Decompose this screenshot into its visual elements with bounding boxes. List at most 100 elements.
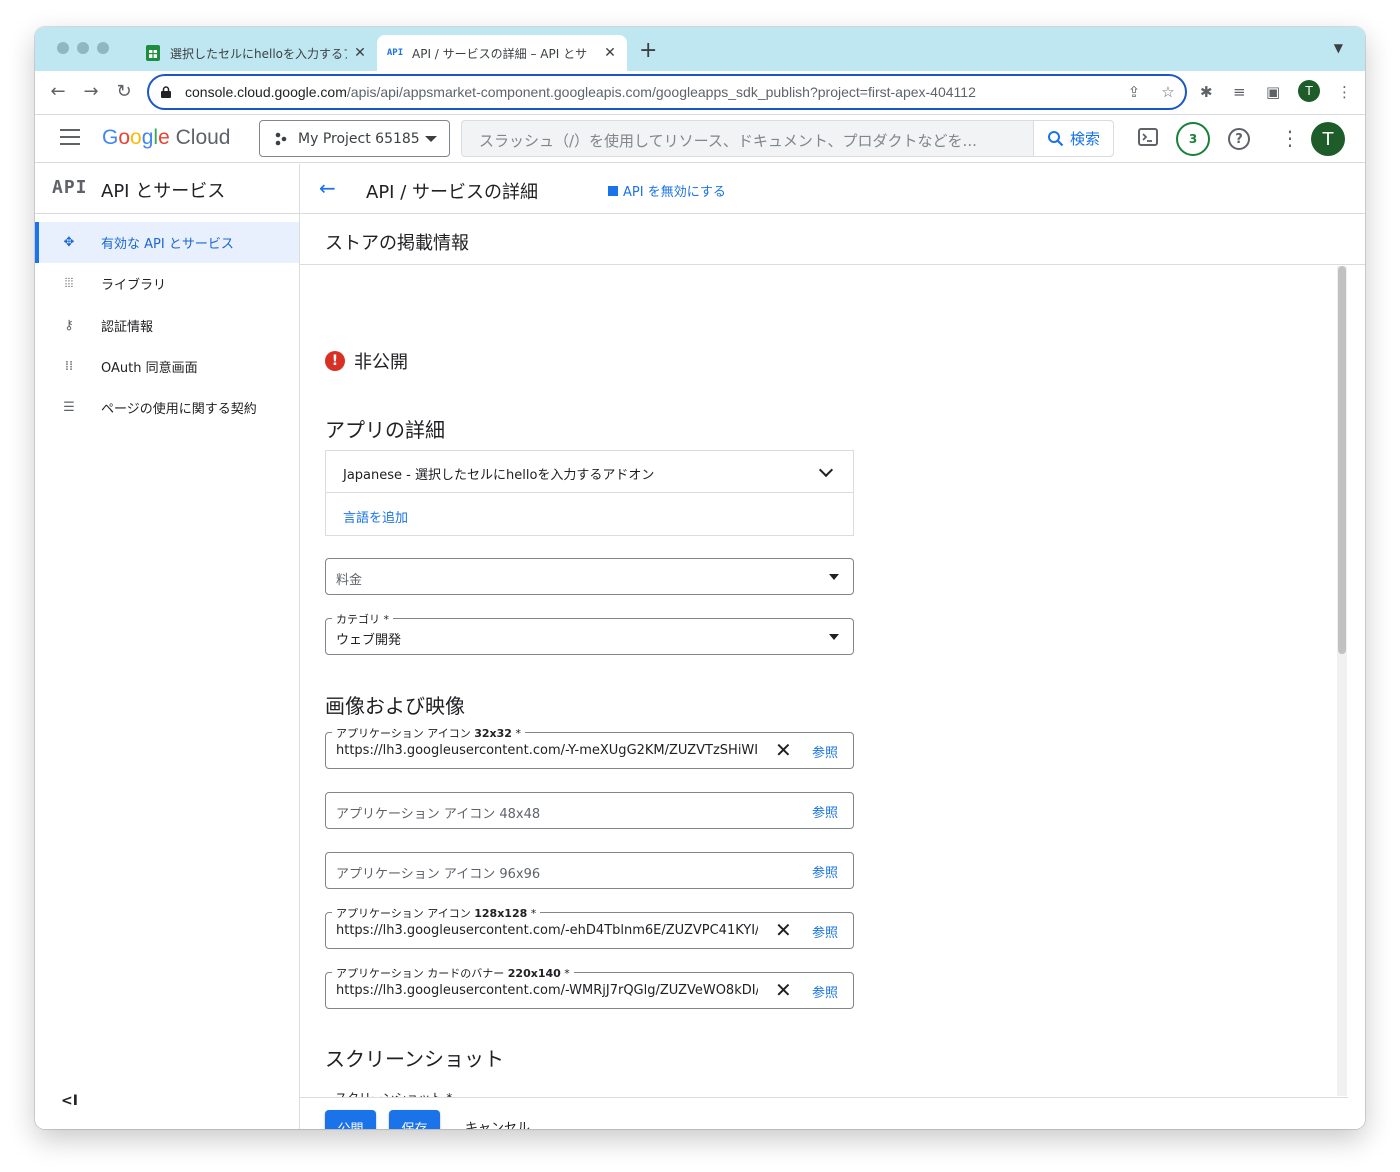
icon-128-value[interactable]: https://lh3.googleusercontent.com/-ehD4T… bbox=[336, 923, 758, 938]
page-title-bar: ← API / サービスの詳細 API を無効にする bbox=[300, 164, 1365, 214]
publish-status: ! 非公開 bbox=[325, 348, 408, 374]
browse-button[interactable]: 参照 bbox=[812, 802, 838, 821]
add-language-link[interactable]: 言語を追加 bbox=[343, 507, 408, 526]
sidebar-header: API API とサービス bbox=[35, 164, 299, 214]
icon-128-label: アプリケーション アイコン 128x128 * bbox=[332, 905, 541, 921]
search-input[interactable]: スラッシュ（/）を使用してリソース、ドキュメント、プロダクトなどを... bbox=[479, 130, 977, 151]
sidebar-title: API とサービス bbox=[101, 181, 226, 202]
browser-tab-sheets[interactable]: 選択したセルにhelloを入力するア ✕ bbox=[135, 35, 377, 71]
browser-tab-api[interactable]: API API / サービスの詳細 – API とサ ✕ bbox=[377, 35, 627, 71]
account-avatar[interactable]: T bbox=[1311, 122, 1345, 156]
screenshot-label: スクリーンショット * bbox=[335, 1090, 452, 1097]
oauth-grid-icon: ⁞⁞ bbox=[64, 359, 74, 374]
banner-value[interactable]: https://lh3.googleusercontent.com/-WMRjJ… bbox=[336, 983, 758, 998]
back-arrow-icon[interactable]: ← bbox=[319, 176, 336, 200]
clear-icon[interactable]: ✕ bbox=[775, 979, 792, 1001]
browser-window: 選択したセルにhelloを入力するア ✕ API API / サービスの詳細 –… bbox=[35, 27, 1365, 1129]
api-diamond-icon: ✥ bbox=[63, 235, 75, 250]
window-close-dot[interactable] bbox=[57, 42, 69, 54]
tab-close-icon[interactable]: ✕ bbox=[353, 45, 367, 61]
app-details-heading: アプリの詳細 bbox=[325, 418, 445, 442]
search-button[interactable]: 検索 bbox=[1033, 121, 1113, 156]
language-select[interactable]: Japanese - 選択したセルにhelloを入力するアドオン bbox=[326, 451, 853, 493]
category-select[interactable]: カテゴリ * ウェブ開発 bbox=[325, 611, 854, 655]
tab-search-chevron-icon[interactable]: ▼ bbox=[1334, 41, 1343, 55]
screenshot-heading: スクリーンショット bbox=[325, 1047, 504, 1071]
reload-icon[interactable]: ↻ bbox=[112, 81, 136, 102]
browser-profile-avatar[interactable]: T bbox=[1298, 80, 1320, 102]
search-icon bbox=[1047, 131, 1064, 147]
clear-icon[interactable]: ✕ bbox=[775, 739, 792, 761]
api-favicon-icon: API bbox=[386, 48, 404, 58]
api-logo-icon: API bbox=[52, 177, 88, 198]
window-minimize-dot[interactable] bbox=[77, 42, 89, 54]
key-icon: ⚷ bbox=[64, 318, 74, 333]
store-listing-header: ストアの掲載情報 bbox=[300, 215, 1365, 265]
search-bar[interactable]: スラッシュ（/）を使用してリソース、ドキュメント、プロダクトなどを... 検索 bbox=[461, 120, 1114, 157]
forward-arrow-icon[interactable]: → bbox=[79, 81, 103, 102]
sidebar-item-label: ページの使用に関する契約 bbox=[101, 402, 257, 417]
url-text: console.cloud.google.com/apis/api/appsma… bbox=[185, 84, 976, 100]
media-queue-icon[interactable]: ≡ bbox=[1233, 83, 1246, 101]
dropdown-arrow-icon bbox=[829, 574, 839, 580]
more-vert-icon[interactable]: ⋮ bbox=[1280, 126, 1300, 150]
sidebar-item-page-usage[interactable]: ☰ ページの使用に関する契約 bbox=[35, 387, 299, 428]
cancel-button[interactable]: キャンセル bbox=[465, 1117, 530, 1129]
share-icon[interactable]: ⇪ bbox=[1117, 83, 1151, 101]
sidebar-item-label: 有効な API とサービス bbox=[101, 237, 234, 252]
save-button[interactable]: 保存 bbox=[389, 1110, 440, 1129]
hamburger-menu-icon[interactable] bbox=[60, 129, 80, 145]
tab-strip: 選択したセルにhelloを入力するア ✕ API API / サービスの詳細 –… bbox=[35, 27, 1365, 71]
sidebar-item-enabled-apis[interactable]: ✥ 有効な API とサービス bbox=[35, 222, 299, 263]
banner-field[interactable]: アプリケーション カードのバナー 220x140 * https://lh3.g… bbox=[325, 965, 854, 1009]
sheets-icon bbox=[145, 45, 161, 61]
stop-square-icon bbox=[608, 185, 618, 196]
category-label: カテゴリ * bbox=[332, 611, 393, 627]
publish-button[interactable]: 公開 bbox=[325, 1110, 376, 1129]
category-value: ウェブ開発 bbox=[336, 633, 402, 648]
cloud-shell-icon[interactable] bbox=[1138, 128, 1158, 151]
collapse-sidebar-icon[interactable]: <I bbox=[61, 1093, 78, 1109]
browse-button[interactable]: 参照 bbox=[812, 922, 838, 941]
project-selector[interactable]: My Project 65185 bbox=[259, 120, 450, 157]
tab-close-icon[interactable]: ✕ bbox=[603, 45, 617, 61]
dropdown-arrow-icon bbox=[829, 634, 839, 640]
sidebar-item-label: 認証情報 bbox=[101, 320, 154, 335]
main-content: ← API / サービスの詳細 API を無効にする ストアの掲載情報 ! 非公… bbox=[300, 164, 1365, 1129]
icon-32-field[interactable]: アプリケーション アイコン 32x32 * https://lh3.google… bbox=[325, 725, 854, 769]
scrollbar-thumb[interactable] bbox=[1338, 266, 1346, 654]
browse-button[interactable]: 参照 bbox=[812, 982, 838, 1001]
tab-title: 選択したセルにhelloを入力するア bbox=[170, 46, 347, 61]
clear-icon[interactable]: ✕ bbox=[775, 919, 792, 941]
help-icon[interactable]: ? bbox=[1228, 128, 1250, 150]
sidebar-item-credentials[interactable]: ⚷ 認証情報 bbox=[35, 305, 299, 346]
browser-menu-icon[interactable]: ⋮ bbox=[1337, 83, 1352, 101]
banner-label: アプリケーション カードのバナー 220x140 * bbox=[332, 965, 574, 981]
notifications-badge[interactable]: 3 bbox=[1176, 122, 1210, 156]
sidebar-item-library[interactable]: ⦙⦙⦙ ライブラリ bbox=[35, 263, 299, 304]
icon-96-field[interactable]: アプリケーション アイコン 96x96 参照 bbox=[325, 852, 854, 889]
browse-button[interactable]: 参照 bbox=[812, 742, 838, 761]
google-cloud-logo[interactable]: Google Cloud bbox=[102, 126, 230, 150]
error-icon: ! bbox=[325, 351, 345, 371]
icon-32-label: アプリケーション アイコン 32x32 * bbox=[332, 725, 525, 741]
window-zoom-dot[interactable] bbox=[97, 42, 109, 54]
icon-128-field[interactable]: アプリケーション アイコン 128x128 * https://lh3.goog… bbox=[325, 905, 854, 949]
media-heading: 画像および映像 bbox=[325, 694, 465, 718]
project-hex-icon bbox=[275, 132, 287, 145]
pricing-select[interactable]: 料金 bbox=[325, 558, 854, 595]
side-panel-icon[interactable]: ▣ bbox=[1266, 83, 1280, 101]
browse-button[interactable]: 参照 bbox=[812, 862, 838, 881]
sidebar-item-oauth[interactable]: ⁞⁞ OAuth 同意画面 bbox=[35, 346, 299, 387]
back-arrow-icon[interactable]: ← bbox=[46, 81, 70, 102]
disable-api-button[interactable]: API を無効にする bbox=[608, 181, 726, 200]
page-title: API / サービスの詳細 bbox=[366, 182, 538, 203]
new-tab-button[interactable]: + bbox=[639, 38, 657, 63]
icon-48-field[interactable]: アプリケーション アイコン 48x48 参照 bbox=[325, 792, 854, 829]
extensions-puzzle-icon[interactable]: ✱ bbox=[1200, 83, 1213, 101]
bookmark-star-icon[interactable]: ☆ bbox=[1151, 83, 1185, 101]
icon-32-value[interactable]: https://lh3.googleusercontent.com/-Y-meX… bbox=[336, 743, 758, 758]
lock-icon bbox=[161, 86, 171, 98]
store-listing-title: ストアの掲載情報 bbox=[325, 233, 469, 254]
address-bar[interactable]: console.cloud.google.com/apis/api/appsma… bbox=[147, 74, 1187, 110]
